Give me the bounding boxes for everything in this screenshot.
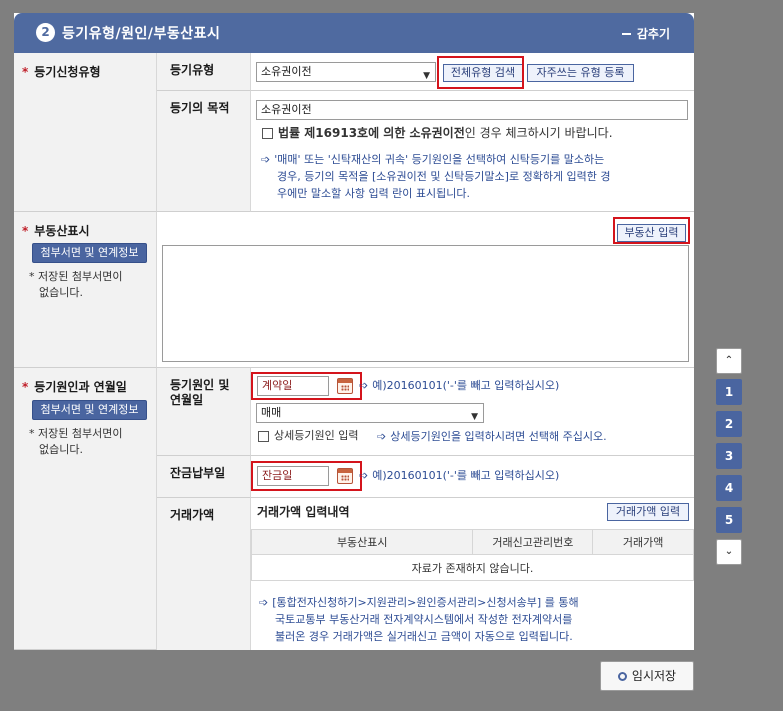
registration-type-select[interactable]: 소유권이전 ▼: [256, 62, 436, 82]
scroll-down-button[interactable]: ⌄: [716, 539, 742, 565]
label-registration-type: 등기유형: [157, 53, 251, 91]
trust-info-text: ➩ '매매' 또는 '신탁재산의 귀속' 등기원인을 선택하여 신탁등기를 말소하…: [261, 153, 611, 200]
highlight-frame: [613, 217, 690, 244]
label-cause-date: 등기원인 및 연월일: [157, 368, 251, 456]
detail-cause-label: 상세등기원인 입력: [274, 429, 359, 442]
cell-transaction-price: 거래가액 입력내역 거래가액 입력 부동산표시 거래신고관리번호 거래가액 자료…: [250, 498, 694, 650]
table-empty-message: 자료가 존재하지 않습니다.: [251, 554, 694, 581]
purpose-input[interactable]: 소유권이전: [256, 100, 688, 120]
cause-attach-button[interactable]: 첨부서면 및 연계정보: [32, 400, 147, 420]
category-title: * 등기원인과 연월일: [22, 380, 127, 394]
law-checkbox-label: 법률 제16913호에 의한 소유권이전인 경우 체크하시기 바랍니다.: [278, 126, 613, 140]
label-transaction-price: 거래가액: [157, 498, 251, 650]
balance-date-hint: ➩ 예)20160101('-'를 빼고 입력하십시오): [359, 469, 560, 482]
category-property: * 부동산표시 첨부서면 및 연계정보 * 저장된 첨부서면이 없습니다.: [14, 212, 157, 368]
step-nav-5[interactable]: 5: [716, 507, 742, 533]
step-nav-2[interactable]: 2: [716, 411, 742, 437]
highlight-frame: [251, 461, 362, 491]
date-hint: ➩ 예)20160101('-'를 빼고 입력하십시오): [359, 379, 560, 392]
table-row: 자료가 존재하지 않습니다.: [251, 554, 694, 581]
detail-cause-hint: ➩ 상세등기원인을 입력하시려면 선택해 주십시오.: [377, 430, 607, 443]
category-title: * 등기신청유형: [22, 65, 101, 79]
temp-save-label: 임시저장: [631, 669, 677, 683]
arrow-right-icon: ➩: [359, 469, 369, 482]
detail-cause-checkbox[interactable]: [258, 431, 269, 442]
category-registration-type: * 등기신청유형: [14, 53, 157, 212]
arrow-right-icon: ➩: [359, 379, 369, 392]
cell-balance-date: 잔금일 ➩ 예)20160101('-'를 빼고 입력하십시오): [251, 456, 694, 498]
highlight-frame: [437, 56, 524, 89]
cause-select[interactable]: 매매 ▼: [256, 403, 484, 423]
cell-registration-purpose: 소유권이전 법률 제16913호에 의한 소유권이전인 경우 체크하시기 바랍니…: [251, 91, 694, 212]
price-info-text: ➩ [통합전자신청하기>지원관리>원인증서관리>신청서송부] 를 통해 국토교통부…: [259, 596, 579, 643]
law-16913-checkbox[interactable]: [262, 128, 273, 139]
step-nav-1[interactable]: 1: [716, 379, 742, 405]
registration-section-panel: 2 등기유형/원인/부동산표시 감추기 * 등기신청유형 등기유형 소유권이전 ▼ …: [14, 13, 694, 650]
collapse-label: 감추기: [636, 27, 670, 41]
minus-icon: [621, 32, 631, 35]
section-header: 2 등기유형/원인/부동산표시 감추기: [14, 13, 694, 53]
highlight-frame: [251, 372, 362, 400]
label-balance-date: 잔금납부일: [157, 456, 251, 498]
price-input-button[interactable]: 거래가액 입력: [607, 503, 689, 521]
arrow-right-icon: ➩: [259, 596, 269, 609]
circle-icon: [617, 672, 627, 681]
arrow-right-icon: ➩: [261, 153, 271, 166]
col-price: 거래가액: [592, 529, 694, 555]
property-textarea[interactable]: [162, 245, 689, 362]
table-header-row: 부동산표시 거래신고관리번호 거래가액: [250, 529, 694, 555]
chevron-down-icon: ▼: [423, 71, 430, 81]
step-nav-3[interactable]: 3: [716, 443, 742, 469]
arrow-right-icon: ➩: [377, 430, 387, 443]
chevron-down-icon: ▼: [471, 412, 478, 422]
collapse-button[interactable]: 감추기: [621, 25, 670, 42]
no-attachment-text: * 저장된 첨부서면이 없습니다.: [29, 427, 123, 456]
section-title: 등기유형/원인/부동산표시: [62, 26, 221, 42]
no-attachment-text: * 저장된 첨부서면이 없습니다.: [29, 270, 123, 299]
step-nav-4[interactable]: 4: [716, 475, 742, 501]
temp-save-button[interactable]: 임시저장: [600, 661, 694, 691]
section-body: * 등기신청유형 등기유형 소유권이전 ▼ 전체유형 검색 자주쓰는 유형 등록 등…: [14, 53, 694, 650]
category-title: * 부동산표시: [22, 224, 90, 238]
property-attach-button[interactable]: 첨부서면 및 연계정보: [32, 243, 147, 263]
price-subtitle: 거래가액 입력내역: [257, 505, 350, 519]
label-registration-purpose: 등기의 목적: [157, 91, 251, 212]
col-property: 부동산표시: [250, 529, 474, 555]
cell-cause-date: 계약일 ➩ 예)20160101('-'를 빼고 입력하십시오) 매매 ▼ 상세등기…: [251, 368, 694, 456]
col-report-number: 거래신고관리번호: [472, 529, 594, 555]
category-cause: * 등기원인과 연월일 첨부서면 및 연계정보 * 저장된 첨부서면이 없습니다.: [14, 368, 157, 650]
favorite-type-register-button[interactable]: 자주쓰는 유형 등록: [527, 64, 634, 82]
transaction-table: 부동산표시 거래신고관리번호 거래가액 자료가 존재하지 않습니다.: [250, 529, 694, 581]
section-number: 2: [36, 23, 55, 42]
scroll-up-button[interactable]: ⌃: [716, 348, 742, 374]
